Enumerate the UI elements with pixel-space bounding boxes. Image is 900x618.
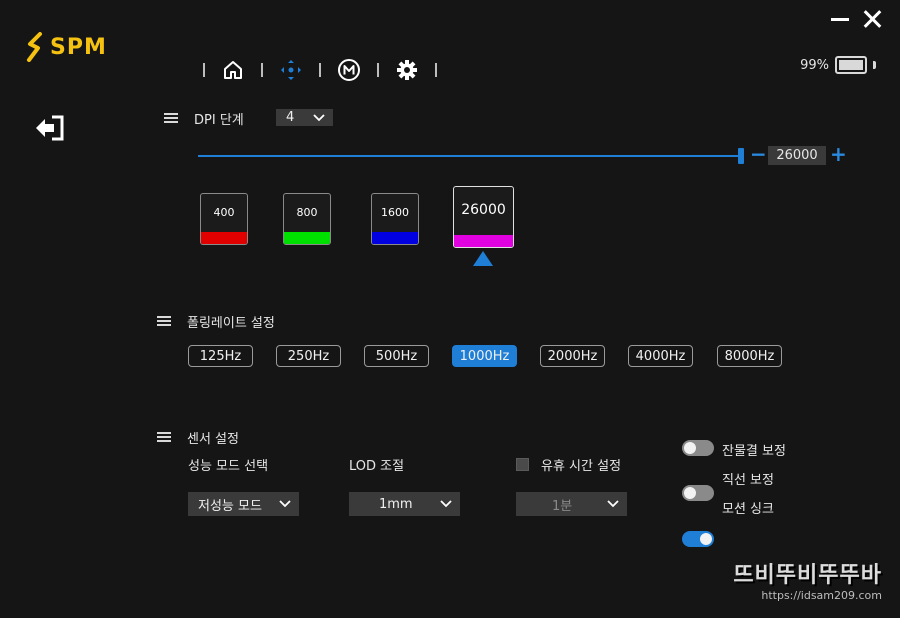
dpi-section-title: DPI 단계 xyxy=(194,113,244,128)
sensor-section-title: 센서 설정 xyxy=(187,432,239,447)
dpi-stage-select[interactable]: 4 xyxy=(276,109,333,126)
nav-divider xyxy=(435,63,437,77)
toggle-knob xyxy=(700,533,712,545)
dpi-stage-color xyxy=(372,232,418,244)
lod-value: 1mm xyxy=(379,496,413,512)
dpi-slider-track[interactable] xyxy=(198,155,742,157)
polling-rate-1000hz[interactable]: 1000Hz xyxy=(452,345,517,367)
idle-time-value: 1분 xyxy=(552,498,573,514)
close-icon[interactable] xyxy=(861,8,883,30)
toggle-knob xyxy=(684,487,696,499)
polling-rate-125hz[interactable]: 125Hz xyxy=(188,345,253,367)
dpi-stage-value: 400 xyxy=(213,206,235,219)
active-stage-indicator xyxy=(473,251,493,266)
toggle-ripple-correction[interactable] xyxy=(682,440,714,456)
polling-rate-500hz[interactable]: 500Hz xyxy=(364,345,429,367)
nav-divider xyxy=(203,63,205,77)
polling-rate-2000hz[interactable]: 2000Hz xyxy=(540,345,605,367)
toggle-angle-snapping[interactable] xyxy=(682,485,714,501)
dpi-stage-value: 4 xyxy=(286,110,295,125)
list-icon xyxy=(164,113,178,123)
top-nav xyxy=(188,56,452,84)
watermark: 뜨비뚜비뚜뚜바 https://idsam209.com xyxy=(733,557,882,602)
dpad-icon[interactable] xyxy=(278,57,304,83)
gear-icon[interactable] xyxy=(394,57,420,83)
dpi-stage-value: 1600 xyxy=(381,206,409,219)
battery-status: 99% xyxy=(800,56,876,74)
dpi-stage-color xyxy=(284,232,330,244)
chevron-down-icon xyxy=(279,500,291,508)
performance-mode-select[interactable]: 저성능 모드 xyxy=(188,492,299,516)
watermark-title: 뜨비뚜비뚜뚜바 xyxy=(733,563,882,588)
home-icon[interactable] xyxy=(220,57,246,83)
logo-text: SPM xyxy=(50,34,107,60)
exit-icon[interactable] xyxy=(34,114,66,146)
dpi-slider-thumb[interactable] xyxy=(738,148,744,164)
dpi-decrease-button[interactable]: − xyxy=(750,144,767,164)
list-icon xyxy=(157,432,171,442)
performance-mode-label: 성능 모드 선택 xyxy=(188,459,269,474)
toggle-knob xyxy=(684,442,696,454)
polling-section-title: 폴링레이트 설정 xyxy=(187,316,275,331)
idle-time-label: 유휴 시간 설정 xyxy=(541,459,622,474)
logo-mark-icon xyxy=(27,32,42,62)
dpi-stage-card[interactable]: 400 xyxy=(200,193,248,245)
nav-divider xyxy=(377,63,379,77)
dpi-increase-button[interactable]: + xyxy=(830,144,847,164)
dpi-stage-color xyxy=(454,235,513,247)
battery-percent: 99% xyxy=(800,57,829,73)
angle-snapping-label: 직선 보정 xyxy=(722,473,774,488)
lod-select[interactable]: 1mm xyxy=(349,492,460,516)
chevron-down-icon xyxy=(313,113,325,121)
dpi-stage-value: 26000 xyxy=(461,202,506,218)
motion-sync-label: 모션 싱크 xyxy=(722,502,774,517)
toggle-motion-sync[interactable] xyxy=(682,531,714,547)
dpi-stage-card[interactable]: 1600 xyxy=(371,193,419,245)
dpi-stage-card[interactable]: 800 xyxy=(283,193,331,245)
nav-divider xyxy=(319,63,321,77)
macro-icon[interactable] xyxy=(336,57,362,83)
dpi-stage-color xyxy=(201,232,247,244)
minimize-icon[interactable] xyxy=(829,8,851,30)
dpi-value-input[interactable]: 26000 xyxy=(768,146,826,165)
list-icon xyxy=(157,316,171,326)
dpi-stage-card[interactable]: 26000 xyxy=(453,186,514,248)
lod-label: LOD 조절 xyxy=(349,459,405,474)
idle-time-select[interactable]: 1분 xyxy=(516,492,627,516)
battery-icon xyxy=(835,56,867,74)
performance-mode-value: 저성능 모드 xyxy=(198,498,262,514)
polling-rate-4000hz[interactable]: 4000Hz xyxy=(628,345,693,367)
ripple-correction-label: 잔물결 보정 xyxy=(722,444,786,459)
chevron-down-icon xyxy=(607,500,619,508)
chevron-down-icon xyxy=(440,500,452,508)
battery-level xyxy=(839,60,863,70)
watermark-url: https://idsam209.com xyxy=(761,589,882,602)
nav-divider xyxy=(261,63,263,77)
app-logo: SPM xyxy=(26,32,107,62)
idle-time-checkbox[interactable] xyxy=(516,458,529,471)
polling-rate-250hz[interactable]: 250Hz xyxy=(276,345,341,367)
battery-tip xyxy=(873,61,876,69)
dpi-stage-value: 800 xyxy=(296,206,318,219)
polling-rate-8000hz[interactable]: 8000Hz xyxy=(717,345,782,367)
